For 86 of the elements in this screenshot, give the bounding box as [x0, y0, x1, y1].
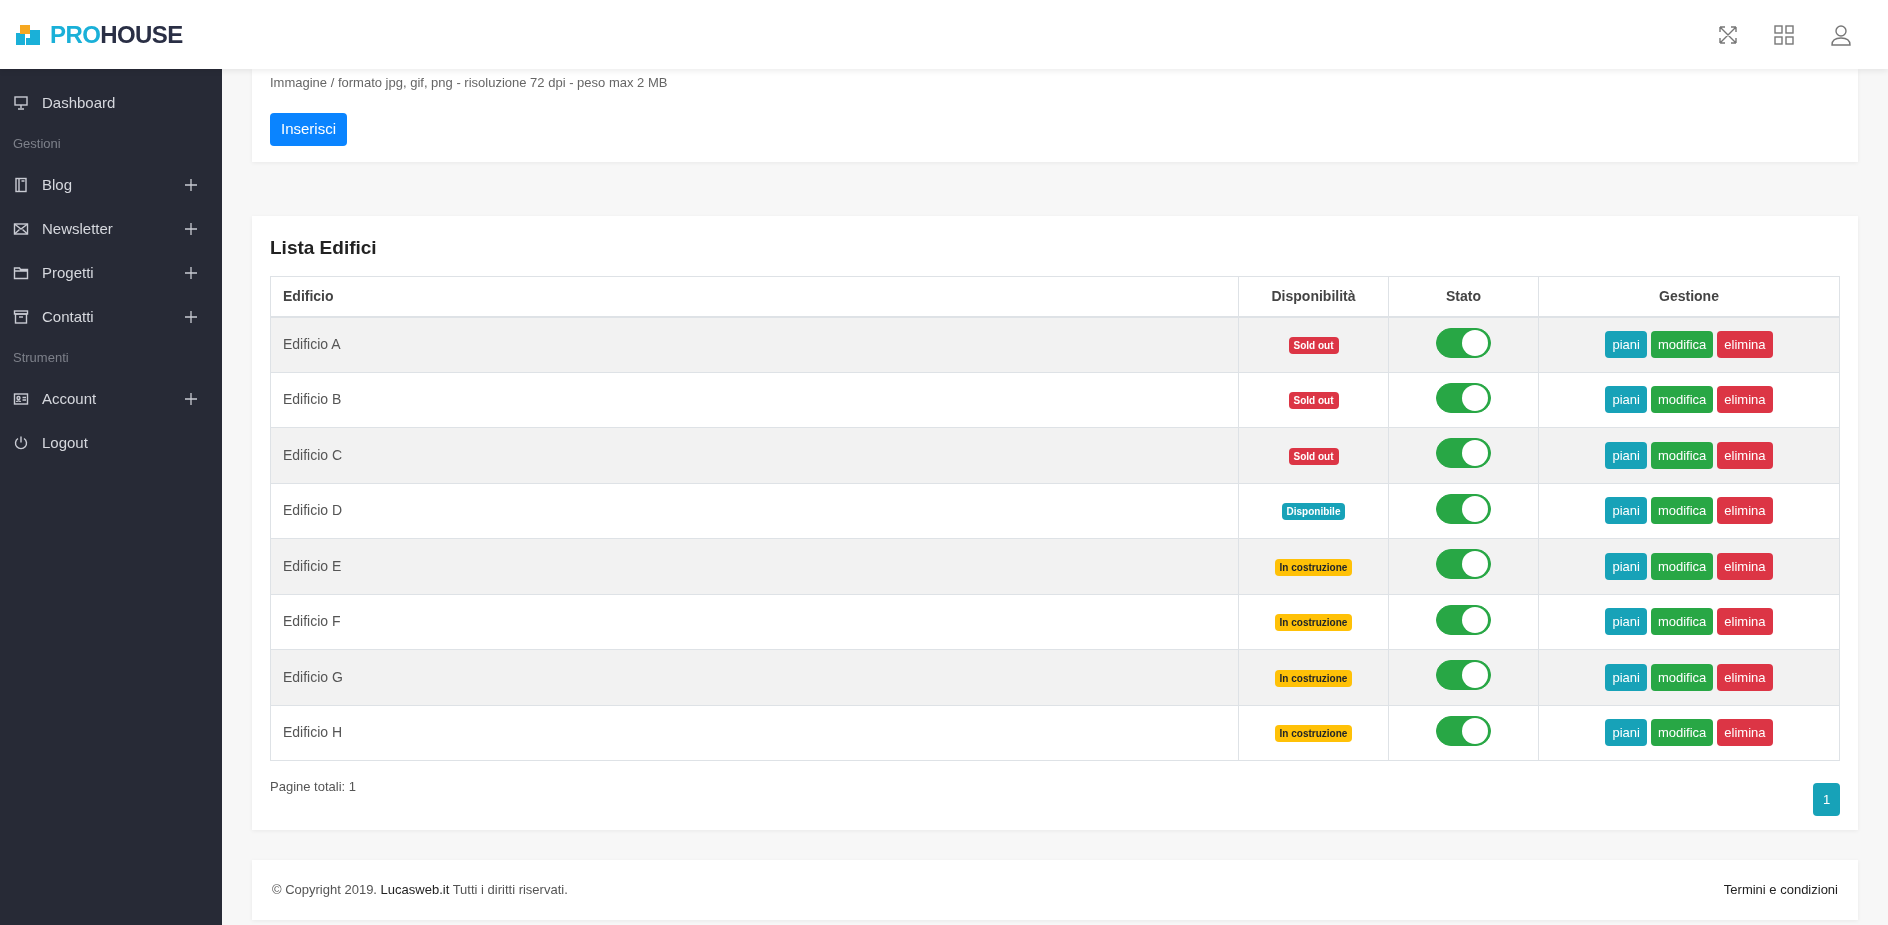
card-title: Lista Edifici: [270, 235, 378, 260]
availability-badge: Disponibile: [1281, 503, 1346, 521]
sidebar-item[interactable]: Newsletter: [0, 207, 222, 251]
availability-badge: In costruzione: [1274, 614, 1353, 632]
action-button[interactable]: elimina: [1717, 719, 1773, 747]
table-cell: Edificio C: [270, 427, 1239, 483]
availability-badge: In costruzione: [1274, 725, 1353, 743]
logo-icon: [16, 22, 42, 47]
status-toggle[interactable]: [1436, 715, 1491, 746]
power-icon: [13, 435, 29, 451]
company-link[interactable]: Lucasweb.it: [380, 882, 450, 898]
table-cell: Edificio B: [270, 372, 1239, 428]
action-button[interactable]: elimina: [1717, 608, 1773, 636]
table-cell: Edificio E: [270, 538, 1239, 594]
status-toggle[interactable]: [1436, 549, 1491, 580]
column-header: Disponibilità: [1238, 276, 1389, 317]
sidebar-section-label: Gestioni: [12, 135, 62, 154]
table-cell: Edificio F: [270, 594, 1239, 650]
action-button[interactable]: elimina: [1717, 386, 1773, 414]
table-cell: Edificio D: [270, 483, 1239, 539]
id-card-icon: [13, 391, 29, 407]
sidebar-item[interactable]: Account: [0, 377, 222, 421]
action-button[interactable]: modifica: [1650, 608, 1714, 636]
sidebar-item[interactable]: Logout: [0, 421, 222, 465]
availability-badge: Sold out: [1288, 337, 1339, 354]
plus-icon[interactable]: [185, 179, 197, 191]
status-toggle[interactable]: [1436, 493, 1491, 524]
action-button[interactable]: modifica: [1650, 497, 1714, 525]
table-cell: Edificio A: [270, 316, 1239, 372]
availability-badge: Sold out: [1288, 447, 1339, 465]
column-header: Stato: [1388, 276, 1539, 317]
mail-icon: [13, 221, 29, 237]
action-button[interactable]: elimina: [1717, 441, 1773, 469]
status-toggle[interactable]: [1436, 660, 1491, 691]
availability-badge: Sold out: [1288, 392, 1339, 410]
action-button[interactable]: modifica: [1650, 386, 1714, 414]
plus-icon[interactable]: [185, 223, 197, 235]
insert-button[interactable]: Inserisci: [270, 112, 347, 146]
action-button[interactable]: elimina: [1717, 552, 1773, 580]
fullscreen-icon[interactable]: [1718, 24, 1738, 45]
action-button[interactable]: piani: [1605, 552, 1647, 580]
action-button[interactable]: piani: [1605, 719, 1647, 747]
book-icon: [13, 177, 29, 193]
copyright-text: © Copyright 2019. Lucasweb.it Tutti i diritti riservati.: [272, 881, 568, 900]
action-button[interactable]: piani: [1605, 608, 1647, 636]
plus-icon[interactable]: [185, 311, 197, 323]
column-header: Gestione: [1538, 276, 1840, 317]
column-header: Edificio: [270, 276, 1239, 317]
action-button[interactable]: piani: [1605, 386, 1647, 414]
terms-link[interactable]: Termini e condizioni: [1723, 880, 1838, 900]
action-button[interactable]: piani: [1605, 663, 1647, 691]
availability-badge: In costruzione: [1274, 669, 1353, 687]
plus-icon[interactable]: [185, 267, 197, 279]
table-cell: Edificio H: [270, 705, 1239, 761]
action-button[interactable]: piani: [1605, 441, 1647, 469]
status-toggle[interactable]: [1436, 382, 1491, 413]
user-icon[interactable]: [1830, 23, 1852, 46]
archive-icon: [13, 309, 29, 325]
brand-name: PROHOUSE: [50, 19, 183, 50]
grid-icon[interactable]: [1774, 24, 1794, 45]
action-button[interactable]: modifica: [1650, 552, 1714, 580]
sidebar-item[interactable]: Progetti: [0, 251, 222, 295]
status-toggle[interactable]: [1436, 438, 1491, 469]
total-pages: Pagine totali: 1: [270, 778, 356, 796]
availability-badge: In costruzione: [1274, 558, 1353, 576]
page-button[interactable]: 1: [1813, 783, 1840, 816]
action-button[interactable]: modifica: [1650, 663, 1714, 691]
sidebar-item[interactable]: Contatti: [0, 295, 222, 339]
action-button[interactable]: modifica: [1650, 441, 1714, 469]
sidebar-item[interactable]: Blog: [0, 163, 222, 207]
table-cell: Edificio G: [270, 649, 1239, 705]
plus-icon[interactable]: [185, 393, 197, 405]
action-button[interactable]: elimina: [1717, 331, 1773, 358]
action-button[interactable]: piani: [1605, 331, 1647, 358]
upload-hint: Immagine / formato jpg, gif, png - risoluzione 72 dpi - peso max 2 MB: [270, 74, 669, 92]
folder-icon: [13, 265, 29, 281]
status-toggle[interactable]: [1436, 327, 1491, 358]
action-button[interactable]: elimina: [1717, 497, 1773, 525]
monitor-icon: [13, 95, 29, 111]
action-button[interactable]: piani: [1605, 497, 1647, 525]
action-button[interactable]: elimina: [1717, 663, 1773, 691]
action-button[interactable]: modifica: [1650, 331, 1714, 358]
sidebar-item[interactable]: Dashboard: [0, 81, 222, 125]
status-toggle[interactable]: [1436, 604, 1491, 635]
sidebar-section-label: Strumenti: [12, 349, 70, 368]
action-button[interactable]: modifica: [1650, 719, 1714, 747]
